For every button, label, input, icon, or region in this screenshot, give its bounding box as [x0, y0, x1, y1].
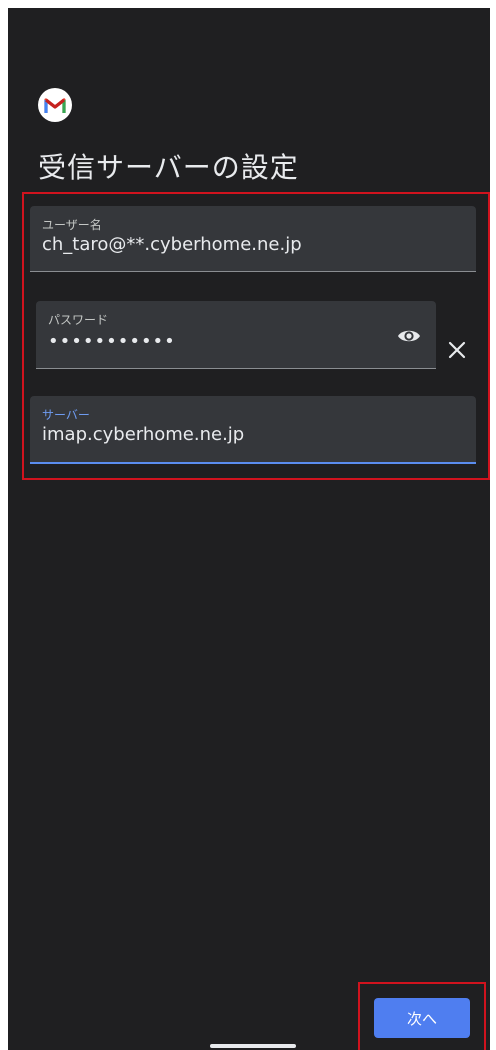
fields-highlight-box	[22, 192, 490, 480]
page-title: 受信サーバーの設定	[38, 151, 299, 184]
screen: 受信サーバーの設定 ユーザー名 ch_taro@**.cyberhome.ne.…	[8, 8, 490, 1050]
home-indicator[interactable]	[210, 1044, 296, 1048]
gmail-icon	[38, 88, 72, 122]
next-button[interactable]: 次へ	[374, 998, 470, 1038]
